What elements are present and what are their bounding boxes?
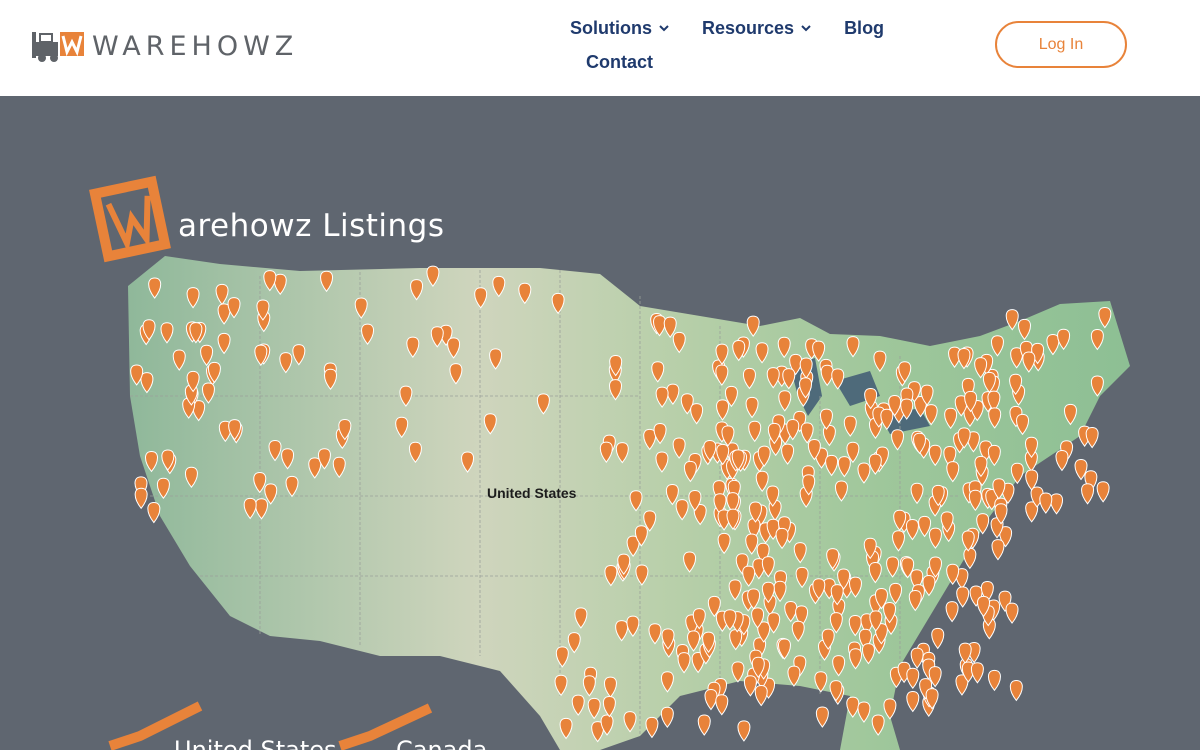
- site-header: WAREHOWZ Solutions Resources Blog Contac…: [0, 0, 1200, 96]
- location-pin-icon: [715, 694, 729, 716]
- location-pin-icon: [1039, 492, 1053, 514]
- listings-logo-mark: [89, 175, 171, 263]
- bottom-label-us: United States: [174, 736, 337, 750]
- location-pin-icon: [1009, 679, 1023, 702]
- location-pin-icon: [147, 502, 161, 524]
- main-nav: Solutions Resources Blog: [570, 16, 916, 40]
- location-pin-icon: [697, 714, 711, 736]
- nav-solutions-label: Solutions: [570, 17, 652, 38]
- location-pin-icon: [987, 669, 1001, 692]
- nav-blog[interactable]: Blog: [844, 16, 884, 40]
- brand-logo[interactable]: WAREHOWZ: [30, 26, 298, 66]
- nav-contact[interactable]: Contact: [586, 50, 653, 74]
- location-pin-icon: [906, 690, 920, 713]
- location-pin-icon: [956, 586, 970, 608]
- location-pin-icon: [1096, 481, 1110, 503]
- location-pin-icon: [945, 601, 959, 623]
- us-map-graphic: [89, 175, 1130, 750]
- main-nav-row-2: Contact: [586, 50, 685, 74]
- location-pin-icon: [1005, 602, 1019, 624]
- location-pin-icon: [743, 675, 757, 697]
- location-pin-icon: [963, 547, 977, 570]
- forklift-icon: [32, 32, 84, 62]
- location-pin-icon: [645, 716, 659, 739]
- location-pin-icon: [815, 706, 829, 728]
- hero-map-section: arehowz Listings United States United St…: [0, 96, 1200, 750]
- location-pin-icon: [1050, 493, 1064, 515]
- location-pin-icon: [910, 647, 924, 669]
- location-pin-icon: [1055, 449, 1069, 472]
- nav-contact-label: Contact: [586, 51, 653, 72]
- nav-blog-label: Blog: [844, 17, 885, 38]
- location-pin-icon: [970, 662, 984, 684]
- chevron-down-icon: [659, 25, 669, 32]
- brand-wordmark: WAREHOWZ: [92, 30, 299, 62]
- location-pin-icon: [754, 685, 768, 707]
- listings-title: arehowz Listings: [178, 208, 445, 244]
- nav-solutions[interactable]: Solutions: [570, 16, 670, 40]
- location-pin-icon: [1085, 427, 1099, 449]
- map-country-label: United States: [487, 485, 577, 501]
- location-pin-icon: [906, 667, 920, 689]
- nav-resources-label: Resources: [702, 17, 795, 38]
- location-pin-icon: [660, 706, 674, 729]
- nav-resources[interactable]: Resources: [702, 16, 812, 40]
- location-pin-icon: [737, 720, 751, 742]
- location-pin-icon: [134, 487, 148, 510]
- chevron-down-icon: [801, 25, 811, 32]
- location-pin-icon: [1081, 483, 1095, 505]
- bottom-label-canada: Canada: [396, 736, 488, 750]
- location-pin-icon: [931, 627, 945, 650]
- location-pin-icon: [704, 689, 718, 711]
- location-pin-icon: [991, 539, 1005, 561]
- login-button[interactable]: Log In: [995, 21, 1127, 68]
